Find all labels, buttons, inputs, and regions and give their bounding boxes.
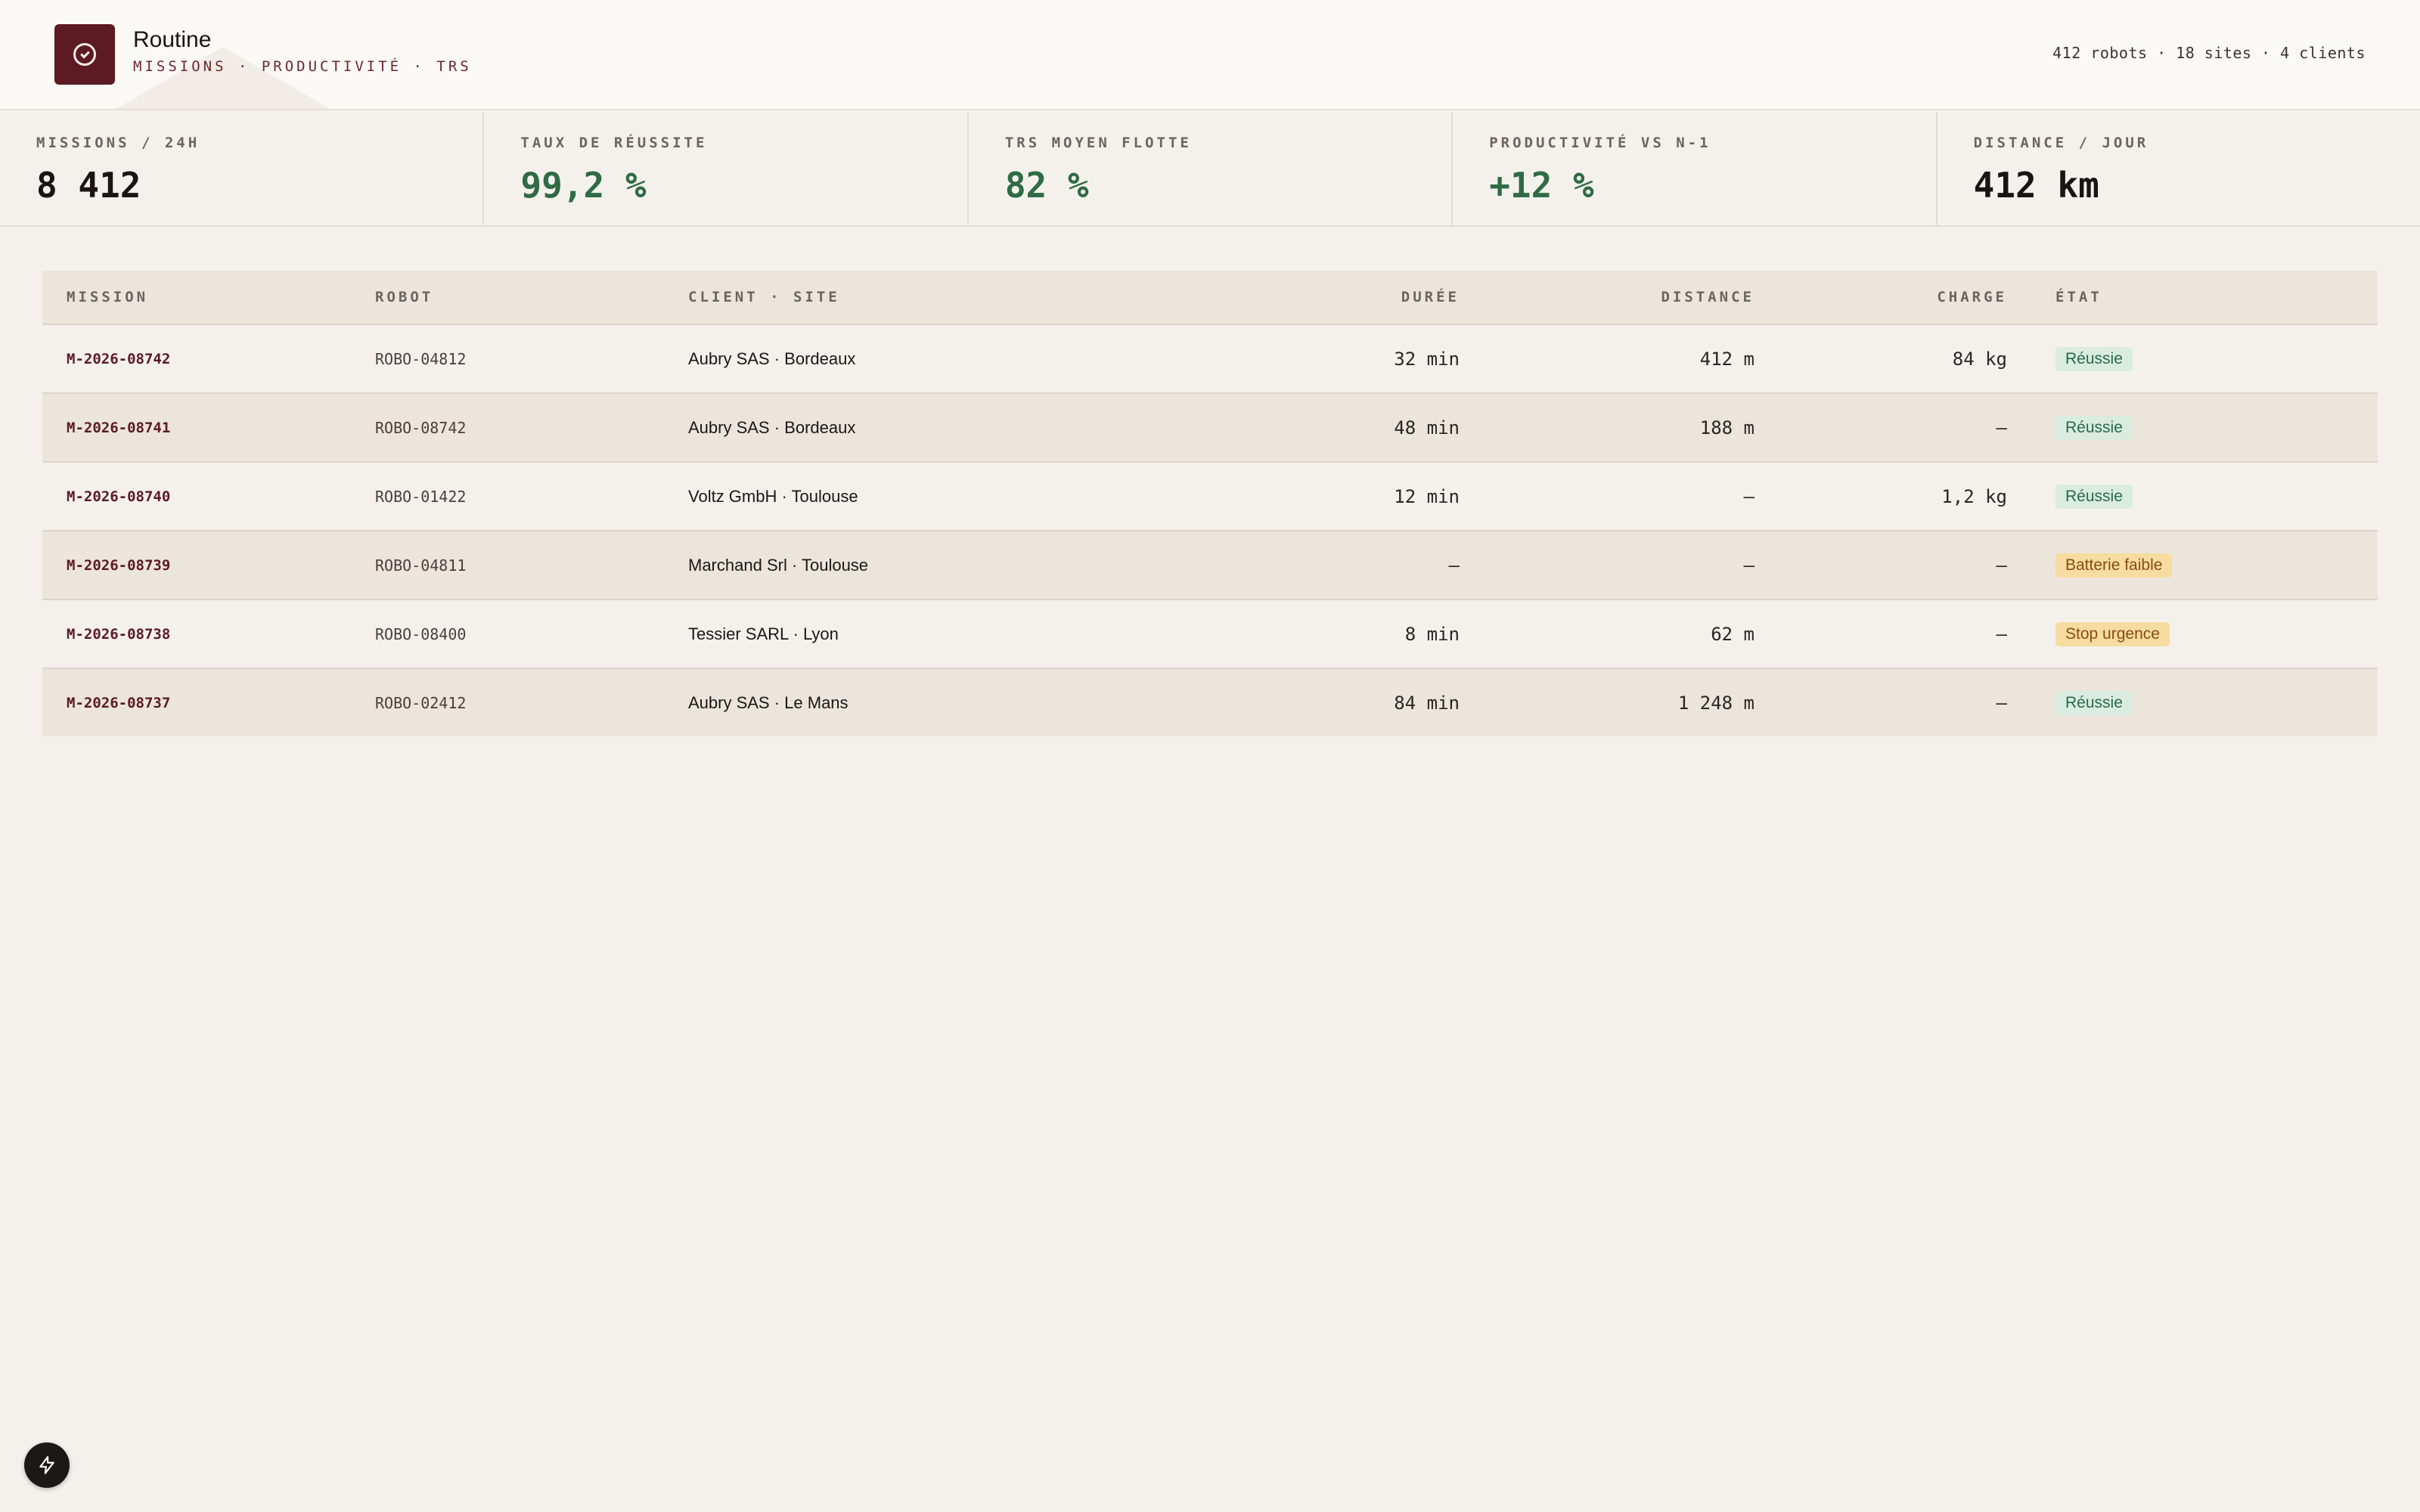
charge: — bbox=[1996, 417, 2007, 438]
status-badge: Réussie bbox=[2055, 415, 2133, 440]
distance: 62 m bbox=[1711, 623, 1754, 645]
kpi-label: DISTANCE / JOUR bbox=[1973, 135, 2149, 151]
table-row[interactable]: M-2026-08739 ROBO-04811 Marchand Srl · T… bbox=[42, 531, 2378, 600]
kpi-value: 8 412 bbox=[36, 165, 141, 206]
client-site: Aubry SAS · Le Mans bbox=[688, 692, 849, 712]
column-header-charge[interactable]: CHARGE bbox=[1754, 289, 2007, 305]
robot-id: ROBO-04812 bbox=[375, 349, 467, 368]
kpi-value: 412 km bbox=[1973, 165, 2099, 206]
charge: 84 kg bbox=[1952, 348, 2007, 370]
mission-id[interactable]: M-2026-08740 bbox=[67, 488, 170, 505]
app-subtitle: MISSIONS · PRODUCTIVITÉ · TRS bbox=[133, 58, 472, 75]
table-row[interactable]: M-2026-08741 ROBO-08742 Aubry SAS · Bord… bbox=[42, 394, 2378, 463]
robot-id: ROBO-08400 bbox=[375, 624, 467, 643]
kpi-label: TRS MOYEN FLOTTE bbox=[1004, 135, 1192, 151]
mission-id[interactable]: M-2026-08739 bbox=[67, 557, 170, 574]
table-row[interactable]: M-2026-08740 ROBO-01422 Voltz GmbH · Tou… bbox=[42, 463, 2378, 531]
status-badge: Réussie bbox=[2055, 346, 2133, 371]
column-header-duration[interactable]: DURÉE bbox=[1157, 289, 1460, 305]
robot-id: ROBO-04811 bbox=[375, 556, 467, 575]
app-logo[interactable] bbox=[54, 24, 115, 85]
robot-id: ROBO-08742 bbox=[375, 418, 467, 437]
table-row[interactable]: M-2026-08738 ROBO-08400 Tessier SARL · L… bbox=[42, 600, 2378, 669]
robot-id: ROBO-02412 bbox=[375, 693, 467, 712]
robot-id: ROBO-01422 bbox=[375, 487, 467, 506]
status-badge: Réussie bbox=[2055, 690, 2133, 715]
column-header-mission[interactable]: MISSION bbox=[42, 289, 375, 305]
kpi-bar: MISSIONS / 24H 8 412 TAUX DE RÉUSSITE 99… bbox=[0, 112, 2420, 227]
client-site: Aubry SAS · Bordeaux bbox=[688, 417, 856, 437]
duration: 48 min bbox=[1394, 417, 1460, 438]
duration: — bbox=[1448, 554, 1460, 576]
kpi-value: 82 % bbox=[1004, 165, 1089, 206]
client-site: Tessier SARL · Lyon bbox=[688, 624, 839, 643]
distance: — bbox=[1743, 485, 1754, 507]
client-site: Marchand Srl · Toulouse bbox=[688, 555, 869, 575]
kpi-productivity: PRODUCTIVITÉ VS N-1 +12 % bbox=[1453, 112, 1938, 225]
fleet-summary: 412 robots · 18 sites · 4 clients bbox=[2052, 44, 2366, 62]
distance: — bbox=[1743, 554, 1754, 576]
client-site: Voltz GmbH · Toulouse bbox=[688, 486, 858, 506]
kpi-label: PRODUCTIVITÉ VS N-1 bbox=[1489, 135, 1711, 151]
mission-id[interactable]: M-2026-08742 bbox=[67, 351, 170, 367]
mission-id[interactable]: M-2026-08741 bbox=[67, 420, 170, 436]
column-header-robot[interactable]: ROBOT bbox=[375, 289, 688, 305]
kpi-trs: TRS MOYEN FLOTTE 82 % bbox=[969, 112, 1454, 225]
kpi-success-rate: TAUX DE RÉUSSITE 99,2 % bbox=[484, 112, 969, 225]
check-circle-icon bbox=[73, 43, 96, 66]
mission-id[interactable]: M-2026-08737 bbox=[67, 695, 170, 711]
bolt-icon bbox=[39, 1456, 54, 1474]
kpi-value: +12 % bbox=[1489, 165, 1594, 206]
kpi-label: MISSIONS / 24H bbox=[36, 135, 200, 151]
table-header: MISSION ROBOT CLIENT · SITE DURÉE DISTAN… bbox=[42, 271, 2378, 325]
status-badge: Batterie faible bbox=[2055, 553, 2173, 578]
status-badge: Réussie bbox=[2055, 484, 2133, 509]
charge: — bbox=[1996, 554, 2007, 576]
duration: 8 min bbox=[1404, 623, 1460, 645]
column-header-state[interactable]: ÉTAT bbox=[2007, 289, 2378, 305]
kpi-distance: DISTANCE / JOUR 412 km bbox=[1938, 112, 2420, 225]
header-decoration bbox=[113, 47, 333, 109]
duration: 12 min bbox=[1394, 485, 1460, 507]
distance: 1 248 m bbox=[1677, 692, 1754, 714]
table-row[interactable]: M-2026-08737 ROBO-02412 Aubry SAS · Le M… bbox=[42, 669, 2378, 736]
column-header-distance[interactable]: DISTANCE bbox=[1460, 289, 1754, 305]
charge: — bbox=[1996, 692, 2007, 714]
kpi-label: TAUX DE RÉUSSITE bbox=[520, 135, 708, 151]
client-site: Aubry SAS · Bordeaux bbox=[688, 349, 856, 368]
table-row[interactable]: M-2026-08742 ROBO-04812 Aubry SAS · Bord… bbox=[42, 325, 2378, 394]
distance: 188 m bbox=[1699, 417, 1754, 438]
kpi-value: 99,2 % bbox=[520, 165, 647, 206]
bolt-button[interactable] bbox=[24, 1442, 70, 1488]
charge: 1,2 kg bbox=[1941, 485, 2007, 507]
distance: 412 m bbox=[1699, 348, 1754, 370]
charge: — bbox=[1996, 623, 2007, 645]
duration: 32 min bbox=[1394, 348, 1460, 370]
status-badge: Stop urgence bbox=[2055, 621, 2170, 646]
column-header-client-site[interactable]: CLIENT · SITE bbox=[688, 289, 1157, 305]
mission-id[interactable]: M-2026-08738 bbox=[67, 626, 170, 643]
kpi-missions: MISSIONS / 24H 8 412 bbox=[0, 112, 485, 225]
duration: 84 min bbox=[1394, 692, 1460, 714]
app-title: Routine bbox=[133, 27, 212, 52]
app-header: Routine MISSIONS · PRODUCTIVITÉ · TRS 41… bbox=[0, 0, 2420, 110]
missions-table: MISSION ROBOT CLIENT · SITE DURÉE DISTAN… bbox=[42, 271, 2378, 736]
